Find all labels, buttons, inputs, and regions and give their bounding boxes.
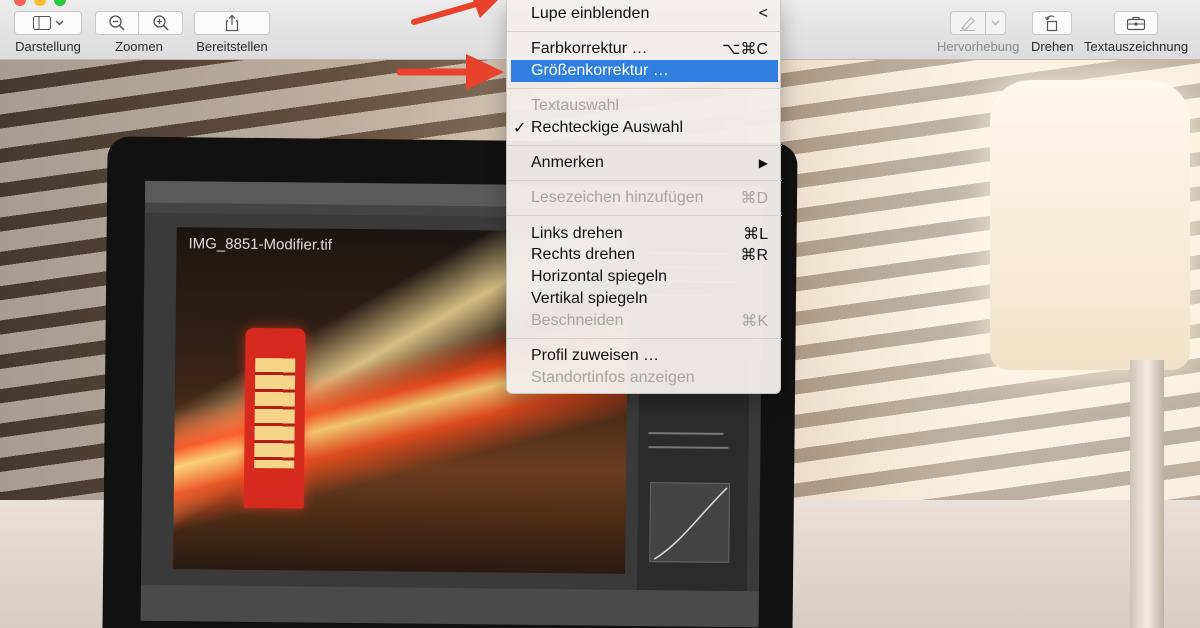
menu-item-annotate[interactable]: Anmerken ▶ — [507, 152, 782, 174]
share-label: Bereitstellen — [196, 39, 268, 54]
menu-item-crop[interactable]: Beschneiden ⌘K — [507, 310, 782, 332]
menu-item-label: Größenkorrektur … — [531, 62, 669, 79]
menu-item-flip-horizontal[interactable]: Horizontal spiegeln — [507, 266, 782, 288]
zoom-in-button[interactable] — [139, 11, 183, 35]
checkmark-icon: ✓ — [513, 120, 527, 137]
menu-item-label: Rechteckige Auswahl — [531, 119, 684, 136]
menu-item-label: Textauswahl — [531, 97, 620, 114]
rotate-button[interactable] — [1032, 11, 1073, 35]
menu-item-shortcut: ⌘D — [740, 190, 768, 207]
menu-item-shortcut: ⌘K — [741, 313, 768, 330]
menu-separator — [507, 338, 782, 339]
panel-slider — [648, 432, 724, 435]
annotation-arrow-highlight — [396, 54, 504, 90]
menu-item-shortcut: ⌘R — [740, 247, 768, 264]
menu-item-rotate-right[interactable]: Rechts drehen ⌘R — [507, 244, 782, 266]
menu-item-label: Vertikal spiegeln — [531, 290, 648, 307]
screen-filmstrip — [140, 584, 759, 628]
menu-item-assign-profile[interactable]: Profil zuweisen … — [507, 345, 782, 367]
menu-item-label: Profil zuweisen … — [531, 347, 660, 364]
markup-group: Textauszeichnung — [1084, 11, 1188, 54]
highlight-label: Hervorhebung — [937, 39, 1020, 54]
markup-button[interactable] — [1114, 11, 1159, 35]
menu-item-label: Horizontal spiegeln — [531, 268, 668, 285]
zoom-out-button[interactable] — [95, 11, 139, 35]
panel-slider — [648, 446, 729, 449]
rotate-icon — [1044, 14, 1060, 32]
markup-label: Textauszeichnung — [1084, 39, 1189, 54]
menu-item-color-correction[interactable]: Farbkorrektur … ⌥⌘C — [507, 38, 782, 60]
menu-item-label: Standortinfos anzeigen — [531, 369, 695, 386]
menu-item-flip-vertical[interactable]: Vertikal spiegeln — [507, 288, 782, 310]
menu-item-show-location[interactable]: Standortinfos anzeigen — [507, 367, 782, 389]
menu-item-size-correction[interactable]: Größenkorrektur … — [511, 60, 778, 82]
menu-item-label: Anmerken — [531, 154, 604, 171]
minimize-window-button[interactable] — [34, 0, 46, 6]
view-group: Darstellung — [14, 11, 82, 54]
menu-item-text-selection[interactable]: Textauswahl — [507, 95, 782, 117]
phone-booth-window — [254, 357, 296, 469]
zoom-window-button[interactable] — [54, 0, 66, 6]
lamp-post — [1130, 360, 1164, 628]
annotation-arrow-top — [411, 0, 498, 25]
menu-item-rotate-left[interactable]: Links drehen ⌘L — [507, 223, 782, 245]
menu-separator — [507, 180, 782, 181]
menu-separator — [507, 88, 782, 89]
submenu-arrow-icon: ▶ — [758, 156, 768, 170]
menu-item-shortcut: < — [758, 5, 768, 22]
highlight-segmented-control — [950, 11, 1007, 35]
highlight-group: Hervorhebung — [937, 11, 1019, 54]
menu-item-label: Lesezeichen hinzufügen — [531, 189, 704, 206]
menu-item-shortcut: ⌥⌘C — [722, 41, 768, 58]
rotate-label: Drehen — [1031, 39, 1074, 54]
zoom-out-icon — [108, 14, 126, 32]
menu-item-loupe[interactable]: Lupe einblenden < — [507, 3, 782, 25]
rotate-group: Drehen — [1031, 11, 1074, 54]
screen-file-title: IMG_8851-Modifier.tif — [188, 235, 333, 254]
menu-item-label: Rechts drehen — [531, 246, 636, 263]
menu-separator — [507, 31, 782, 32]
zoom-group: Zoomen — [95, 11, 183, 54]
menu-item-label: Links drehen — [531, 225, 623, 242]
menu-item-label: Farbkorrektur … — [531, 40, 648, 57]
tone-curve — [649, 482, 731, 563]
chevron-down-icon — [55, 20, 64, 26]
sidebar-icon — [32, 16, 51, 30]
view-button[interactable] — [14, 11, 82, 35]
zoom-segmented-control — [95, 11, 183, 35]
view-menu: Lupe einblenden < Farbkorrektur … ⌥⌘C Gr… — [506, 0, 782, 394]
share-icon — [224, 14, 240, 32]
menu-item-add-bookmark[interactable]: Lesezeichen hinzufügen ⌘D — [507, 187, 782, 209]
menu-item-shortcut: ⌘L — [743, 226, 768, 243]
menu-item-label: Lupe einblenden — [531, 5, 650, 22]
lamp-shade — [990, 80, 1190, 370]
zoom-in-icon — [152, 14, 170, 32]
chevron-down-icon — [991, 20, 1000, 26]
menu-separator — [507, 215, 782, 216]
highlighter-icon — [959, 15, 977, 31]
highlight-options-button[interactable] — [986, 11, 1007, 35]
share-button[interactable] — [194, 11, 270, 35]
highlight-button[interactable] — [950, 11, 987, 35]
close-window-button[interactable] — [14, 0, 26, 6]
menu-item-rect-selection[interactable]: ✓ Rechteckige Auswahl — [507, 117, 782, 139]
zoom-label: Zoomen — [115, 39, 163, 54]
toolbox-icon — [1126, 15, 1146, 31]
share-group: Bereitstellen — [194, 11, 270, 54]
menu-separator — [507, 145, 782, 146]
phone-booth — [243, 327, 306, 509]
view-label: Darstellung — [15, 39, 81, 54]
menu-item-label: Beschneiden — [531, 312, 624, 329]
